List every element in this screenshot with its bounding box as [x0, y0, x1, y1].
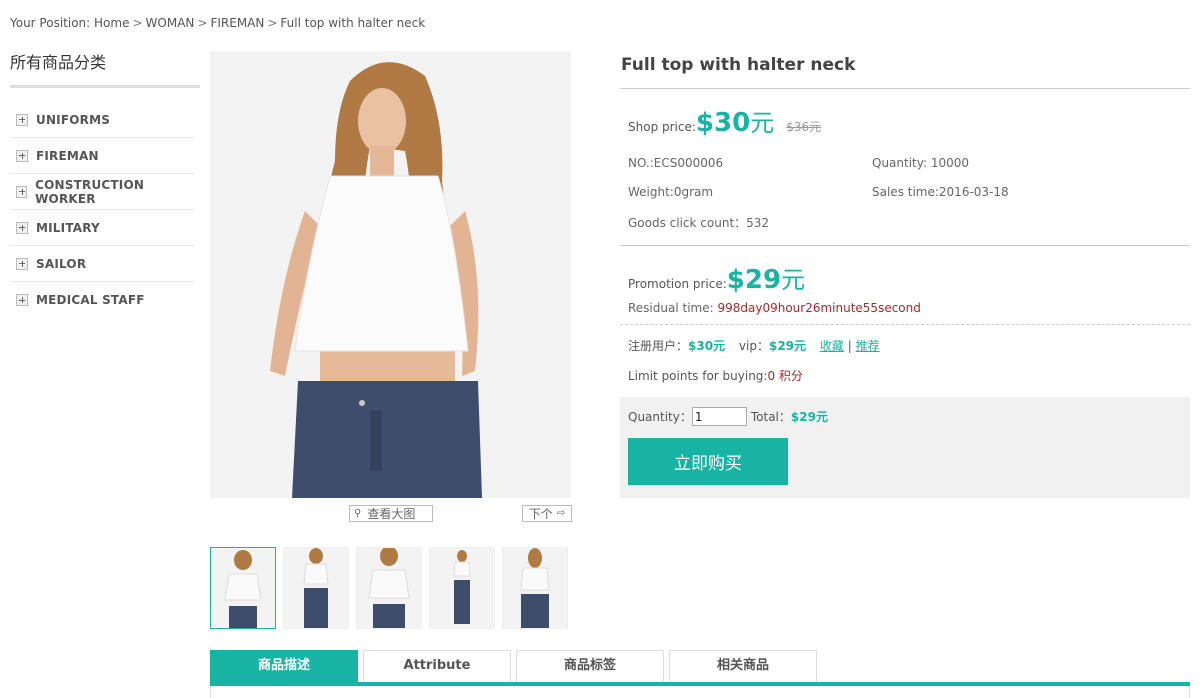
breadcrumb-separator: > [267, 16, 278, 30]
category-label: SAILOR [36, 256, 87, 271]
quantity-input[interactable] [691, 407, 747, 426]
expand-plus-icon[interactable] [16, 149, 28, 162]
category-item-sailor[interactable]: SAILOR [10, 246, 194, 282]
thumbnail-image [430, 548, 494, 628]
arrow-right-icon: ⇨ [556, 508, 566, 519]
sidebar-title: 所有商品分类 [10, 50, 200, 88]
product-weight: Weight:0gram [628, 185, 714, 199]
favorite-link[interactable]: 收藏 [820, 339, 844, 353]
category-sidebar: 所有商品分类 UNIFORMS FIREMAN CONSTRUCTION WOR… [10, 50, 200, 318]
breadcrumb: Your Position: Home > WOMAN > FIREMAN > Full t… [10, 16, 425, 30]
breadcrumb-current[interactable]: Full top with halter neck [280, 16, 425, 30]
expand-plus-icon[interactable] [16, 294, 28, 306]
promo-price-unit: 元 [781, 266, 806, 294]
zoom-button[interactable]: ⚲ 查看大图 [349, 505, 433, 522]
shop-price: $30元 [696, 103, 774, 138]
category-label: UNIFORMS [36, 112, 111, 127]
expand-plus-icon[interactable] [16, 185, 28, 198]
shop-price-label: Shop price: [628, 120, 696, 134]
tab-attribute[interactable]: Attribute [363, 650, 511, 682]
vip-price: $29元 [768, 339, 807, 353]
thumbnail-image [357, 548, 421, 628]
thumbnail-image [211, 548, 275, 628]
promotion-block: Promotion price: $29元 Residual time: 998… [620, 246, 1190, 325]
breadcrumb-separator: > [197, 16, 208, 30]
product-attributes: NO.:ECS000006 Quantity: 10000 Weight:0gr… [628, 156, 1182, 231]
thumbnail-image [284, 548, 348, 628]
shop-price-unit: 元 [750, 109, 775, 137]
promo-price-label: Promotion price: [628, 277, 727, 291]
category-item-medical-staff[interactable]: MEDICAL STAFF [10, 282, 194, 318]
tab-tags[interactable]: 商品标签 [516, 650, 664, 682]
next-label: 下个 [528, 507, 553, 521]
vip-price-label: vip： [738, 339, 769, 353]
thumbnail-2[interactable] [283, 547, 349, 629]
product-info: Full top with halter neck Shop price: $3… [620, 51, 1190, 498]
click-count: Goods click count：532 [628, 216, 770, 230]
limit-points-label: Limit points for buying: [628, 369, 768, 383]
thumbnail-3[interactable] [356, 547, 422, 629]
product-number: NO.:ECS000006 [628, 156, 724, 170]
tab-related[interactable]: 相关商品 [669, 650, 817, 682]
expand-plus-icon[interactable] [16, 257, 28, 270]
thumbnail-image [503, 548, 567, 628]
thumbnail-strip [210, 547, 575, 629]
breadcrumb-fireman[interactable]: FIREMAN [210, 16, 264, 30]
category-label: MILITARY [36, 220, 100, 235]
member-prices: 注册用户：$30元 vip：$29元 收藏 | 推荐 Limit points … [620, 325, 1190, 397]
recommend-link[interactable]: 推荐 [856, 339, 880, 353]
thumbnail-4[interactable] [429, 547, 495, 629]
category-label: FIREMAN [36, 148, 99, 163]
limit-points-value: 0 积分 [767, 369, 803, 383]
link-divider: | [847, 339, 852, 353]
price-details: Shop price: $30元 $36元 NO.:ECS000006 Quan… [620, 89, 1190, 246]
tab-description[interactable]: 商品描述 [210, 650, 358, 682]
member-price: $30元 [688, 339, 726, 353]
tab-content [210, 686, 1190, 698]
buy-now-button[interactable]: 立即购买 [628, 438, 788, 485]
product-main-image[interactable] [210, 51, 571, 498]
total-price: $29元 [790, 410, 828, 424]
category-item-military[interactable]: MILITARY [10, 210, 194, 246]
product-title: Full top with halter neck [620, 51, 1190, 89]
category-item-uniforms[interactable]: UNIFORMS [10, 102, 194, 138]
quantity-label: Quantity： [628, 410, 692, 424]
sales-time: Sales time:2016-03-18 [872, 185, 1009, 199]
category-label: CONSTRUCTION WORKER [35, 177, 145, 206]
buy-box: Quantity： Total： $29元 立即购买 [620, 397, 1190, 498]
category-item-construction-worker[interactable]: CONSTRUCTION WORKER [10, 174, 194, 210]
expand-plus-icon[interactable] [16, 221, 28, 234]
product-tabs: 商品描述 Attribute 商品标签 相关商品 [210, 650, 1190, 698]
residual-time: Residual time: 998day09hour26minute55sec… [628, 301, 1182, 315]
market-price: $36元 [786, 120, 822, 134]
breadcrumb-separator: > [132, 16, 143, 30]
zoom-label: 查看大图 [367, 507, 416, 521]
stock-quantity: Quantity: 10000 [872, 156, 970, 170]
thumbnail-5[interactable] [502, 547, 568, 629]
promo-price: $29元 [727, 260, 805, 295]
expand-plus-icon[interactable] [16, 113, 28, 126]
promo-price-amount: $29 [726, 265, 782, 295]
breadcrumb-woman[interactable]: WOMAN [146, 16, 195, 30]
magnifier-icon: ⚲ [354, 508, 362, 519]
breadcrumb-home[interactable]: Home [94, 16, 129, 30]
category-item-fireman[interactable]: FIREMAN [10, 138, 194, 174]
total-label: Total： [750, 410, 791, 424]
shop-price-amount: $30 [695, 108, 751, 138]
breadcrumb-prefix: Your Position: [10, 16, 91, 30]
residual-label: Residual time: [628, 301, 718, 315]
category-label: MEDICAL STAFF [36, 293, 145, 307]
member-price-label: 注册用户： [628, 339, 689, 353]
model-photo [210, 51, 571, 498]
thumbnail-1[interactable] [210, 547, 276, 629]
category-list: UNIFORMS FIREMAN CONSTRUCTION WORKER MIL… [10, 102, 200, 318]
residual-countdown: 998day09hour26minute55second [717, 301, 921, 315]
next-image-button[interactable]: 下个 ⇨ [522, 505, 572, 522]
